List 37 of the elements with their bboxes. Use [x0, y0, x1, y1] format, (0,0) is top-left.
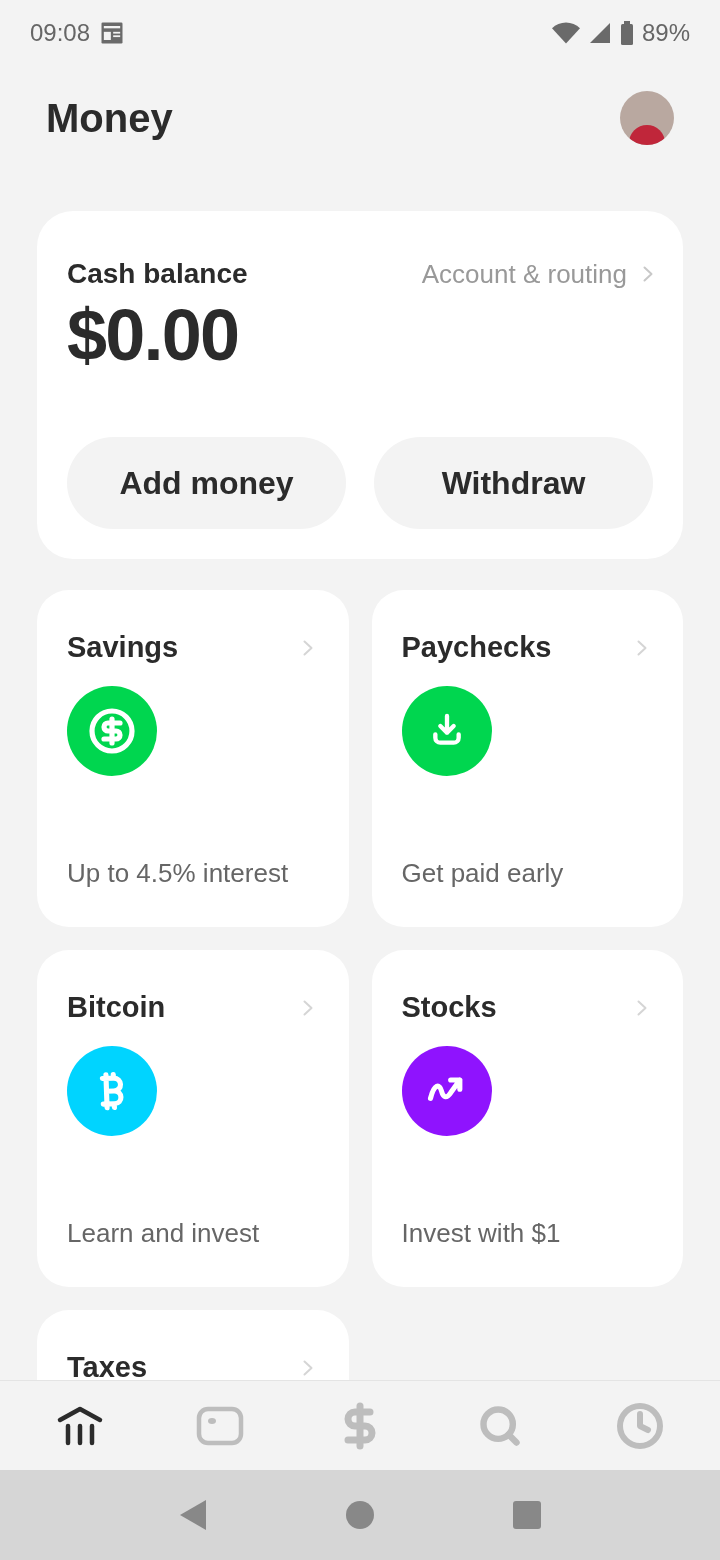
action-button[interactable]: Add money: [67, 437, 346, 529]
chevron-icon: [637, 999, 647, 1016]
chevron-icon: [643, 266, 653, 282]
page-title: Money: [46, 95, 173, 142]
product-tile[interactable]: Taxes: [37, 1310, 349, 1380]
action-button[interactable]: Withdraw: [374, 437, 653, 529]
wifi-icon: [551, 21, 580, 45]
card-icon: [196, 1405, 244, 1446]
chevron-icon: [637, 639, 647, 656]
product-tile[interactable]: Savings Up to 4.5% interest: [37, 590, 349, 927]
chevron-icon: [302, 1359, 313, 1376]
card-title: Cash balance: [67, 257, 248, 291]
tile-caption: Invest with $1: [401, 1217, 562, 1250]
clock-icon: [616, 1401, 664, 1450]
tile-caption: Learn and invest: [67, 1217, 261, 1250]
search-icon: [478, 1403, 522, 1448]
product-tile[interactable]: Stocks Invest with $1: [371, 950, 683, 1287]
tile-caption: Up to 4.5% interest: [67, 857, 290, 890]
product-tile[interactable]: Paychecks Get paid early: [371, 590, 683, 927]
battery-icon: [619, 21, 634, 45]
tile-caption: Get paid early: [401, 857, 565, 890]
product-tile[interactable]: Bitcoin Learn and invest: [37, 950, 349, 1287]
home-icon[interactable]: [346, 1501, 374, 1529]
avatar[interactable]: [620, 91, 674, 145]
battery-percent: 89%: [641, 18, 690, 48]
cash-balance: $0.00: [67, 299, 240, 371]
back-icon[interactable]: [179, 1499, 208, 1531]
tile-title: Bitcoin: [67, 990, 166, 1025]
tile-title: Paychecks: [401, 630, 552, 665]
tile-title: Taxes: [67, 1350, 148, 1380]
tile-title: Savings: [67, 630, 179, 665]
recents-icon[interactable]: [512, 1501, 541, 1529]
dollar-circle-icon: [88, 706, 136, 755]
status-time: 09:08: [30, 18, 91, 48]
chevron-icon: [302, 639, 313, 656]
chevron-icon: [302, 999, 313, 1016]
tile-title: Stocks: [401, 990, 497, 1025]
